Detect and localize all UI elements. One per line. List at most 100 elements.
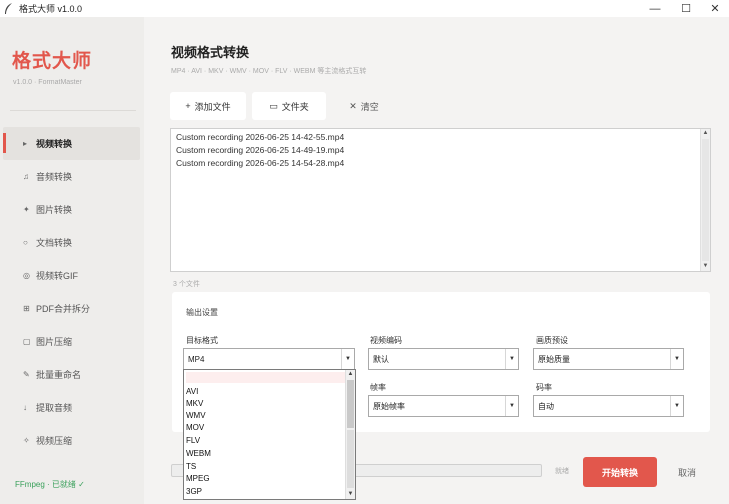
- chevron-down-icon[interactable]: ▼: [670, 396, 683, 416]
- sidebar-item-label: 图片压缩: [36, 337, 73, 347]
- bitrate-select[interactable]: 自动 ▼: [533, 395, 684, 417]
- sidebar-divider: [10, 110, 136, 111]
- framerate-select[interactable]: 原始帧率 ▼: [368, 395, 519, 417]
- sidebar-item-label: 视频转换: [36, 139, 73, 149]
- clear-list-label: 清空: [360, 101, 379, 112]
- scroll-up-icon[interactable]: ▲: [346, 370, 355, 379]
- minimize-button[interactable]: —: [640, 0, 670, 17]
- chevron-down-icon[interactable]: ▼: [505, 396, 518, 416]
- format-dropdown-list[interactable]: AVI MKV WMV MOV FLV WEBM TS MPEG 3GP ▲ ▼: [183, 369, 356, 500]
- pencil-icon: ✎: [23, 370, 30, 379]
- sidebar-item-label: 音频转换: [36, 172, 73, 182]
- cancel-button[interactable]: 取消: [665, 457, 709, 487]
- dropdown-option[interactable]: 3GP: [186, 486, 345, 497]
- framerate-label: 帧率: [370, 383, 386, 392]
- video-codec-label: 视频编码: [370, 336, 402, 345]
- sidebar-item-image-compress[interactable]: ▢ 图片压缩: [0, 325, 144, 358]
- add-files-label: 添加文件: [194, 101, 231, 112]
- circle-icon: ○: [23, 238, 28, 247]
- dropdown-option[interactable]: [186, 372, 345, 383]
- dropdown-option[interactable]: MOV: [186, 422, 345, 433]
- sidebar-item-label: 视频转GIF: [36, 271, 78, 281]
- sidebar-item-video-compress[interactable]: ✧ 视频压缩: [0, 424, 144, 457]
- sidebar-item-batch-rename[interactable]: ✎ 批量重命名: [0, 358, 144, 391]
- list-item[interactable]: Custom recording 2026-06-25 14-54-28.mp4: [176, 158, 344, 168]
- sidebar-item-extract-audio[interactable]: ↓ 提取音频: [0, 391, 144, 424]
- framerate-value: 原始帧率: [373, 401, 405, 411]
- dropdown-option[interactable]: TS: [186, 461, 345, 472]
- sparkle-icon: ✦: [23, 205, 30, 214]
- add-folder-button[interactable]: ▭ 文件夹: [252, 92, 326, 120]
- bitrate-label: 码率: [536, 383, 552, 392]
- page-title: 视频格式转换: [171, 45, 250, 60]
- sidebar-item-label: 文档转换: [36, 238, 73, 248]
- bitrate-value: 自动: [538, 401, 554, 411]
- square-icon: ▢: [23, 337, 31, 346]
- scroll-up-icon[interactable]: ▲: [701, 129, 710, 138]
- video-codec-select[interactable]: 默认 ▼: [368, 348, 519, 370]
- brand-version: v1.0.0 · FormatMaster: [13, 79, 82, 86]
- add-folder-label: 文件夹: [281, 101, 309, 112]
- target-format-select[interactable]: MP4 ▼: [183, 348, 355, 370]
- dropdown-option[interactable]: FLV: [186, 435, 345, 446]
- sidebar-item-video-convert[interactable]: ▸ 视频转换: [3, 127, 140, 160]
- dropdown-option[interactable]: MKV: [186, 398, 345, 409]
- list-item[interactable]: Custom recording 2026-06-25 14-42-55.mp4: [176, 132, 344, 142]
- dropdown-option[interactable]: MPEG: [186, 473, 345, 484]
- scrollbar-thumb[interactable]: [702, 139, 709, 261]
- dropdown-option[interactable]: WEBM: [186, 448, 345, 459]
- close-button[interactable]: ✕: [700, 0, 729, 17]
- plus-icon: +: [185, 101, 191, 111]
- start-convert-button[interactable]: 开始转换: [583, 457, 657, 487]
- dropdown-option[interactable]: WMV: [186, 410, 345, 421]
- sidebar-item-label: 提取音频: [36, 403, 73, 413]
- ffmpeg-status: FFmpeg · 已就绪 ✓: [15, 480, 85, 489]
- list-item[interactable]: Custom recording 2026-06-25 14-49-19.mp4: [176, 145, 344, 155]
- brand-title: 格式大师: [12, 51, 93, 72]
- grid-icon: ⊞: [23, 304, 30, 313]
- scroll-down-icon[interactable]: ▼: [346, 490, 355, 499]
- dropdown-scrollbar[interactable]: ▲ ▼: [345, 370, 355, 499]
- sidebar-item-label: 图片转换: [36, 205, 73, 215]
- file-list[interactable]: Custom recording 2026-06-25 14-42-55.mp4…: [170, 128, 711, 272]
- page-subtitle: MP4 · AVI · MKV · WMV · MOV · FLV · WEBM…: [171, 68, 367, 75]
- scrollbar-thumb[interactable]: [347, 380, 354, 428]
- video-codec-value: 默认: [373, 354, 389, 364]
- window-title: 格式大师 v1.0.0: [19, 4, 83, 14]
- close-icon: ✕: [349, 100, 357, 111]
- add-files-button[interactable]: + 添加文件: [170, 92, 246, 120]
- folder-icon: ▭: [269, 100, 278, 111]
- sidebar-item-pdf-merge-split[interactable]: ⊞ PDF合并拆分: [0, 292, 144, 325]
- chevron-down-icon[interactable]: ▼: [505, 349, 518, 369]
- target-format-label: 目标格式: [186, 336, 218, 345]
- star-icon: ✧: [23, 436, 30, 445]
- sidebar-item-audio-convert[interactable]: ♫ 音频转换: [0, 160, 144, 193]
- sidebar-item-label: 批量重命名: [36, 370, 82, 380]
- dropdown-option[interactable]: AVI: [186, 386, 345, 397]
- play-icon: ▸: [23, 139, 28, 148]
- target-icon: ◎: [23, 271, 30, 280]
- sidebar-nav: ▸ 视频转换 ♫ 音频转换 ✦ 图片转换 ○ 文档转换 ◎ 视频转GIF ⊞ P…: [0, 127, 144, 457]
- title-bar: 格式大师 v1.0.0: [0, 0, 729, 17]
- sidebar-item-video-to-gif[interactable]: ◎ 视频转GIF: [0, 259, 144, 292]
- quality-preset-label: 画质预设: [536, 336, 568, 345]
- quality-preset-select[interactable]: 原始质量 ▼: [533, 348, 684, 370]
- scroll-down-icon[interactable]: ▼: [701, 262, 710, 271]
- sidebar-item-document-convert[interactable]: ○ 文档转换: [0, 226, 144, 259]
- file-list-scrollbar[interactable]: ▲ ▼: [700, 129, 710, 271]
- file-count: 3 个文件: [173, 281, 200, 288]
- sidebar-item-image-convert[interactable]: ✦ 图片转换: [0, 193, 144, 226]
- music-note-icon: ♫: [23, 172, 29, 181]
- sidebar-item-label: PDF合并拆分: [36, 304, 91, 314]
- chevron-down-icon[interactable]: ▼: [670, 349, 683, 369]
- maximize-button[interactable]: ☐: [671, 0, 701, 17]
- target-format-value: MP4: [188, 354, 205, 364]
- quality-preset-value: 原始质量: [538, 354, 570, 364]
- status-text: 就绪: [555, 468, 569, 475]
- scrollbar-track[interactable]: [347, 430, 354, 488]
- clear-list-button[interactable]: ✕ 清空: [334, 92, 394, 120]
- settings-title: 输出设置: [186, 308, 218, 317]
- feather-icon: [5, 2, 12, 14]
- chevron-down-icon[interactable]: ▼: [341, 349, 354, 369]
- sidebar-item-label: 视频压缩: [36, 436, 73, 446]
